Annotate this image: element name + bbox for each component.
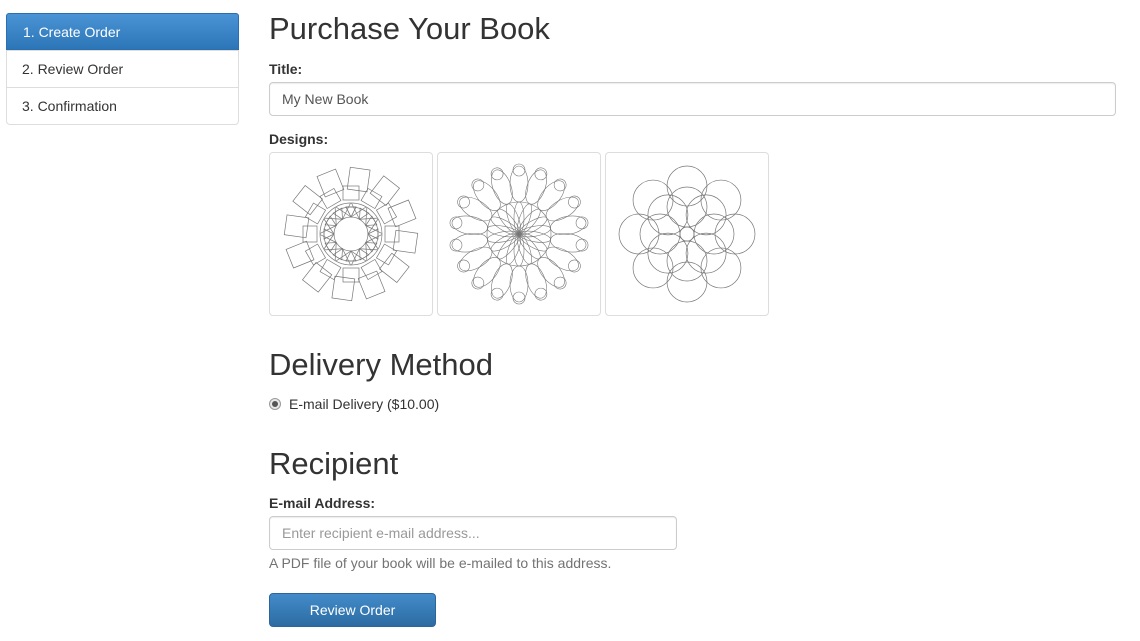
radio-button[interactable] (269, 398, 281, 410)
sidebar-item-review-order[interactable]: 2. Review Order (7, 50, 238, 87)
sidebar-item-create-order[interactable]: 1. Create Order (6, 13, 239, 50)
delivery-option-label: E-mail Delivery ($10.00) (289, 396, 440, 412)
designs-label: Designs: (269, 131, 329, 147)
design-thumbnail[interactable] (605, 152, 769, 316)
delivery-option[interactable]: E-mail Delivery ($10.00) (269, 396, 439, 412)
sidebar-item-confirmation[interactable]: 3. Confirmation (7, 87, 238, 124)
email-help-text: A PDF file of your book will be e-mailed… (269, 555, 612, 571)
page-title: Purchase Your Book (269, 11, 550, 46)
design-thumbnail[interactable] (437, 152, 601, 316)
title-label: Title: (269, 61, 303, 77)
title-input[interactable] (269, 82, 1116, 116)
email-field[interactable] (269, 516, 677, 550)
recipient-heading: Recipient (269, 446, 399, 481)
mandala-design-2-icon (448, 163, 590, 305)
review-order-button[interactable]: Review Order (269, 593, 436, 627)
delivery-method-heading: Delivery Method (269, 347, 493, 382)
designs-gallery (269, 152, 769, 316)
email-label: E-mail Address: (269, 495, 376, 511)
mandala-design-3-icon (618, 165, 756, 303)
mandala-design-1-icon (283, 166, 419, 302)
order-steps-sidebar: 1. Create Order 2. Review Order 3. Confi… (6, 13, 239, 125)
design-thumbnail[interactable] (269, 152, 433, 316)
